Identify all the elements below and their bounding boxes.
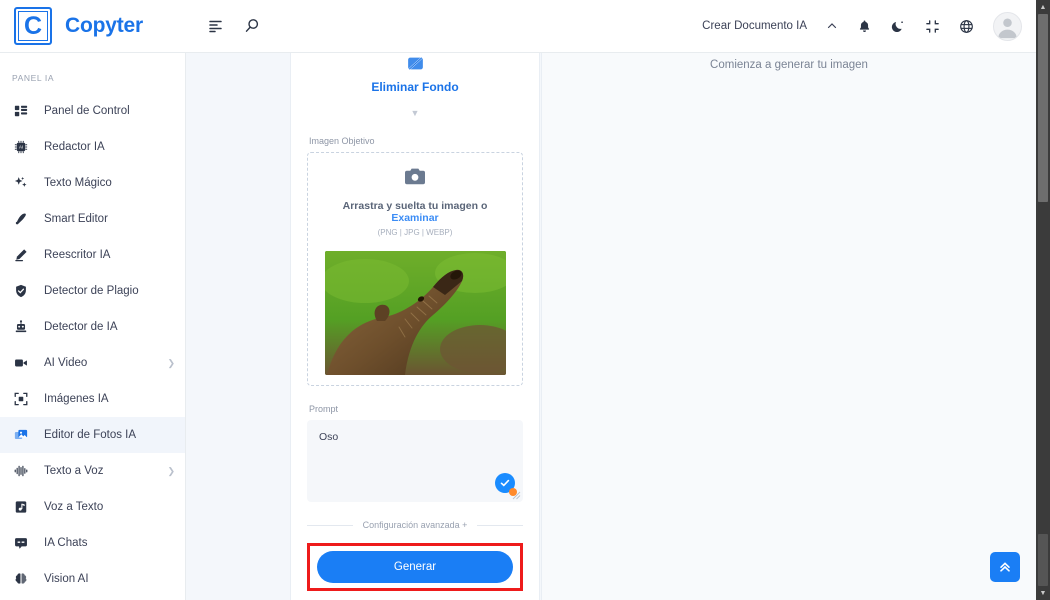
bell-icon[interactable] [857,19,872,34]
sidebar-item-detector-de-plagio[interactable]: Detector de Plagio [0,273,185,309]
result-empty-text: Comienza a generar tu imagen [710,59,868,71]
sidebar-item-label: Texto Mágico [44,177,112,189]
sidebar-item-smart-editor[interactable]: Smart Editor [0,201,185,237]
sidebar-item-label: Editor de Fotos IA [44,429,137,441]
image-preview [324,251,506,375]
sidebar-item-im-genes-ia[interactable]: Imágenes IA [0,381,185,417]
tool-header: Eliminar Fondo ▼ [307,53,523,118]
sidebar: PANEL IA Panel de Control AI Redactor IA Te… [0,53,186,600]
sidebar-item-label: Reescritor IA [44,249,111,261]
sidebar-item-label: Texto a Voz [44,465,104,477]
pen-icon [12,212,30,226]
sidebar-item-panel-de-control[interactable]: Panel de Control [0,93,185,129]
sidebar-item-label: Panel de Control [44,105,130,117]
double-chevron-up-icon[interactable] [990,552,1020,582]
app-root: C Copyter Crear Documento IA PANEL IA Pa… [0,0,1050,600]
logo-letter: C [23,11,43,40]
prompt-input[interactable]: Oso [307,420,523,502]
chevron-right-icon[interactable]: ❯ [167,358,175,369]
sidebar-item-label: Imágenes IA [44,393,109,405]
resize-handle[interactable] [511,490,521,500]
sidebar-item-ia-chats[interactable]: IA Chats [0,525,185,561]
browser-scrollbar[interactable]: ▲ ▼ [1036,0,1050,600]
sidebar-item-label: Redactor IA [44,141,105,153]
sidebar-nav-list: Panel de Control AI Redactor IA Texto Mágic… [0,93,185,597]
compress-icon[interactable] [925,19,940,34]
sidebar-item-label: IA Chats [44,537,88,549]
sidebar-item-redactor-ia[interactable]: AI Redactor IA [0,129,185,165]
menu-align-icon[interactable] [208,18,224,34]
sidebar-section-label: PANEL IA [12,73,55,83]
chat-icon [12,536,30,550]
brand-logo[interactable]: C Copyter [0,7,186,45]
pencil-icon [12,248,30,262]
tool-form-panel: Eliminar Fondo ▼ Imagen Objetivo Arrastr… [290,53,540,600]
scrollbar-down-arrow[interactable]: ▼ [1036,586,1050,600]
top-header: C Copyter Crear Documento IA [0,0,1036,53]
brand-name: Copyter [65,14,143,37]
sidebar-item-label: Vision AI [44,573,89,585]
sidebar-item-voz-a-texto[interactable]: Voz a Texto [0,489,185,525]
sidebar-item-ai-video[interactable]: AI Video ❯ [0,345,185,381]
logo-box: C [14,7,52,45]
video-camera-icon [12,356,30,370]
advanced-settings-row: Configuración avanzada + [307,520,524,530]
dashboard-icon [12,104,30,118]
chevron-down-icon[interactable]: ▼ [307,108,523,118]
image-dropzone[interactable]: Arrastra y suelta tu imagen o Examinar (… [307,152,523,386]
sidebar-item-label: AI Video [44,357,88,369]
sidebar-item-reescritor-ia[interactable]: Reescritor IA [0,237,185,273]
generate-button-wrapper: Generar [307,543,523,591]
chevron-up-icon[interactable] [826,20,838,32]
audio-file-icon [12,500,30,514]
photo-edit-icon [12,428,30,442]
moon-icon[interactable] [891,19,906,34]
svg-text:AI: AI [19,145,23,150]
image-frame-icon [12,392,30,406]
sidebar-item-editor-de-fotos-ia[interactable]: Editor de Fotos IA [0,417,185,453]
chevron-right-icon[interactable]: ❯ [167,466,175,477]
sidebar-item-label: Detector de IA [44,321,118,333]
dropzone-main-text: Arrastra y suelta tu imagen o [342,200,488,212]
divider-right [477,524,524,526]
sidebar-item-label: Voz a Texto [44,501,104,513]
search-icon[interactable] [244,18,260,34]
brain-icon [12,572,30,586]
workspace: Eliminar Fondo ▼ Imagen Objetivo Arrastr… [186,53,1036,600]
avatar[interactable] [993,11,1022,41]
browse-link[interactable]: Examinar [391,212,438,224]
tool-name: Eliminar Fondo [371,80,459,94]
chip-ai-icon: AI [12,140,30,154]
sidebar-item-label: Smart Editor [44,213,108,225]
globe-icon[interactable] [959,19,974,34]
sidebar-item-texto-a-voz[interactable]: Texto a Voz ❯ [0,453,185,489]
image-slash-icon [307,55,523,77]
dropzone-text: Arrastra y suelta tu imagen o Examinar [318,200,512,224]
scrollbar-thumb[interactable] [1038,14,1048,202]
sidebar-item-texto-m-gico[interactable]: Texto Mágico [0,165,185,201]
result-panel: Comienza a generar tu imagen [541,53,1036,600]
sidebar-item-label: Detector de Plagio [44,285,139,297]
camera-icon [404,168,426,190]
prompt-field-label: Prompt [309,404,339,414]
create-document-button[interactable]: Crear Documento IA [702,20,807,32]
sidebar-item-vision-ai[interactable]: Vision AI [0,561,185,597]
sparkles-icon [12,176,30,190]
waveform-icon [12,464,30,478]
image-field-label: Imagen Objetivo [309,136,375,146]
sidebar-item-detector-de-ia[interactable]: Detector de IA [0,309,185,345]
divider-left [307,524,353,526]
scrollbar-thumb-lower[interactable] [1038,534,1048,586]
generate-button[interactable]: Generar [317,551,513,583]
advanced-settings-toggle[interactable]: Configuración avanzada + [353,520,478,530]
shield-icon [12,284,30,298]
dropzone-formats: (PNG | JPG | WEBP) [377,228,453,237]
scrollbar-up-arrow[interactable]: ▲ [1036,0,1050,14]
prompt-value: Oso [319,431,339,443]
robot-icon [12,320,30,334]
